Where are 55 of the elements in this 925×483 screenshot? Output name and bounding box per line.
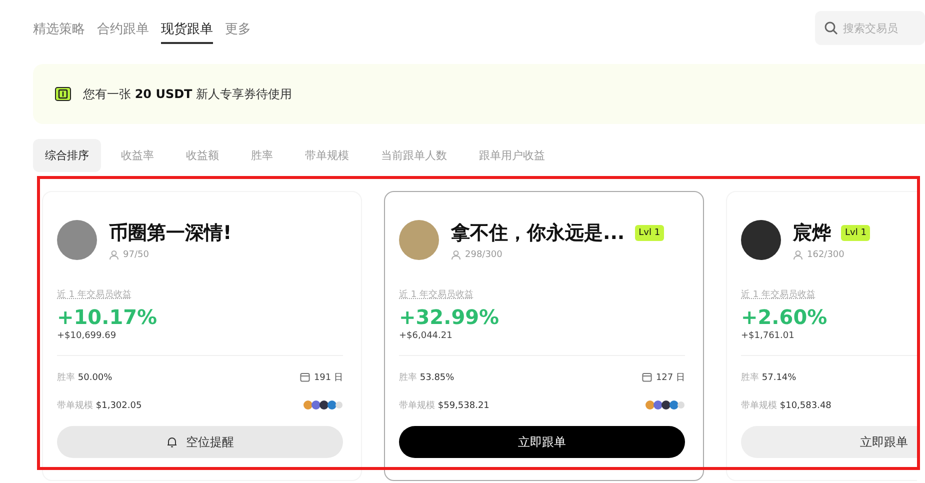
trader-name: 宸烨: [793, 221, 831, 246]
win-rate: 胜率 50.00%: [57, 372, 112, 384]
calendar-icon: [300, 372, 310, 382]
roi-label: 近 1 年交易员收益: [57, 288, 132, 301]
sort-tab[interactable]: 当前跟单人数: [369, 138, 459, 172]
level-badge: Lvl 1: [634, 225, 664, 241]
card-button[interactable]: 立即跟单: [399, 426, 685, 458]
search-field[interactable]: 搜索交易员: [815, 11, 925, 45]
person-icon: [451, 250, 461, 260]
sort-tab[interactable]: 带单规模: [293, 138, 361, 172]
pnl-value: +$10,699.69: [57, 331, 118, 341]
nav-tab[interactable]: 合约跟单: [97, 12, 149, 44]
roi-value: +10.17%: [57, 305, 158, 329]
nav-tab[interactable]: 更多: [225, 12, 251, 44]
follower-count: 298/300: [465, 250, 502, 260]
trader-card[interactable]: 拿不住，你永远是... Lvl 1 298/300 近 1 年交易员收益 +32.99% +$6,044.21 胜率 53.85% 127 日 带单规模 $59,538.21 立即跟单: [384, 191, 704, 481]
avatar: [741, 220, 781, 260]
follow-scale: 带单规模 $59,538.21: [399, 400, 490, 412]
follow-scale: 带单规模 $10,583.48: [741, 400, 832, 412]
person-icon: [109, 250, 119, 260]
trader-name: 币圈第一深情!: [109, 221, 232, 246]
roi-value: +32.99%: [399, 305, 500, 329]
sort-tab[interactable]: 跟单用户收益: [467, 138, 557, 172]
level-badge: Lvl 1: [841, 225, 870, 241]
coupon-icon: [55, 87, 71, 101]
bell-icon: [166, 436, 178, 448]
person-icon: [793, 250, 803, 260]
win-rate: 胜率 57.14%: [741, 372, 796, 384]
trader-card[interactable]: 币圈第一深情! 97/50 近 1 年交易员收益 +10.17% +$10,699.69 胜率 50.00% 191 日 带单规模 $1,302.05 空位提醒: [42, 191, 362, 481]
sort-tab[interactable]: 胜率: [239, 138, 285, 172]
avatar: [57, 220, 97, 260]
card-button[interactable]: 空位提醒: [57, 426, 343, 458]
follow-scale: 带单规模 $1,302.05: [57, 400, 142, 412]
coupon-message: 您有一张 20 USDT 新人专享券待使用: [83, 86, 292, 102]
roi-label: 近 1 年交易员收益: [399, 288, 474, 301]
avatar: [399, 220, 439, 260]
trader-name: 拿不住，你永远是...: [451, 221, 625, 246]
follower-count: 162/300: [807, 250, 844, 260]
roi-value: +2.60%: [741, 305, 828, 329]
nav-tab[interactable]: 现货跟单: [161, 12, 213, 44]
sort-tab[interactable]: 收益额: [174, 138, 231, 172]
sort-tab[interactable]: 收益率: [109, 138, 166, 172]
win-rate: 胜率 53.85%: [399, 372, 454, 384]
nav-tab[interactable]: 精选策略: [33, 12, 85, 44]
roi-label: 近 1 年交易员收益: [741, 288, 816, 301]
search-icon: [824, 21, 838, 35]
calendar-icon: [642, 372, 652, 382]
pnl-value: +$1,761.01: [741, 331, 796, 341]
days-count: 191 日: [314, 372, 343, 384]
days-count: 127 日: [656, 372, 685, 384]
pnl-value: +$6,044.21: [399, 331, 454, 341]
trader-card[interactable]: 宸烨 Lvl 1 162/300 近 1 年交易员收益 +2.60% +$1,761.01 胜率 57.14% 带单规模 $10,583.48 立即跟单: [726, 191, 917, 481]
sort-tab[interactable]: 综合排序: [33, 138, 101, 172]
card-button[interactable]: 立即跟单: [741, 426, 917, 458]
follower-count: 97/50: [123, 250, 149, 260]
